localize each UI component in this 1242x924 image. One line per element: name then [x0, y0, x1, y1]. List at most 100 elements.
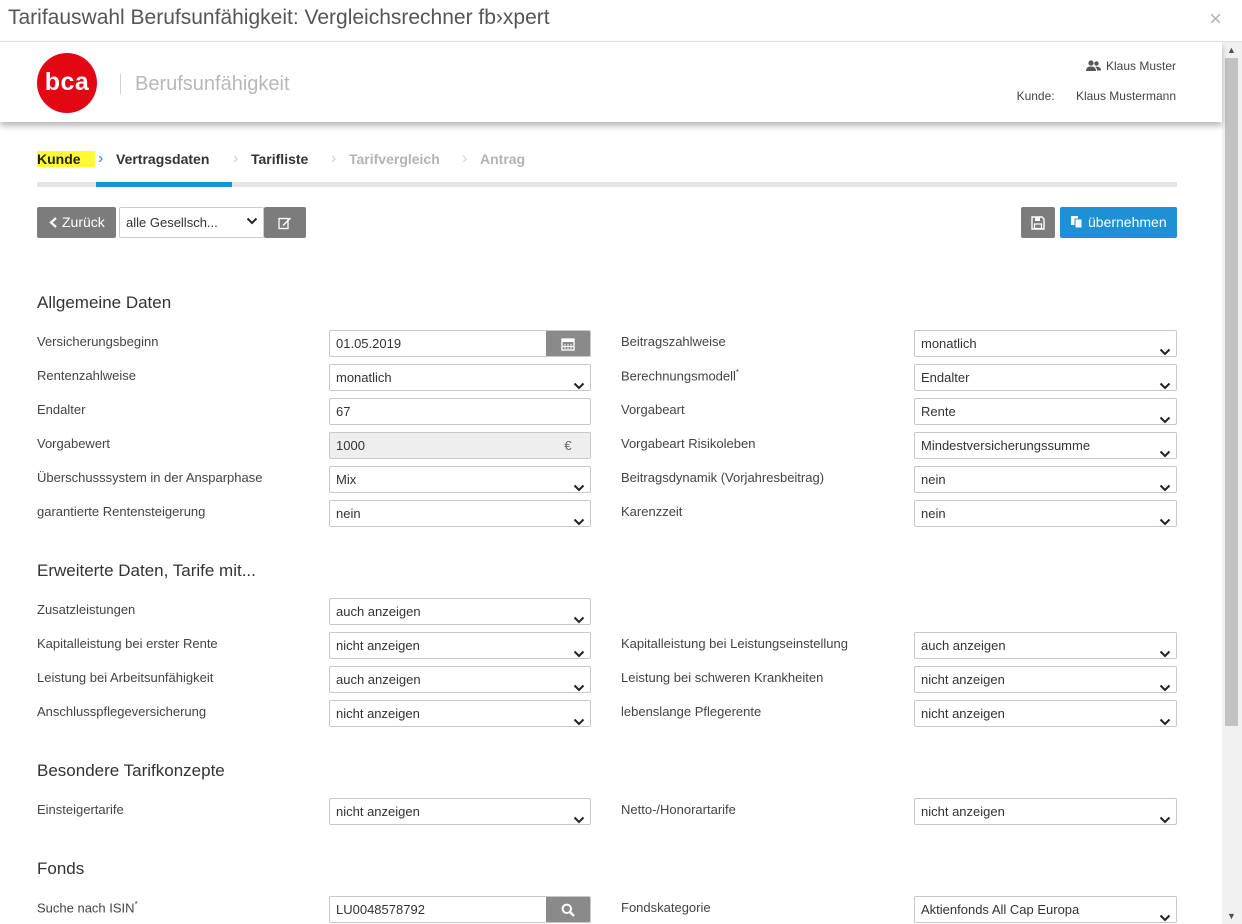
- endalter-input[interactable]: 67: [329, 398, 591, 425]
- chevron-right-icon: ›: [233, 150, 239, 167]
- label-kapital-leistungseinstellung: Kapitalleistung bei Leistungseinstellung: [621, 636, 848, 651]
- berechnungsmodell-value: Endalter: [921, 370, 970, 385]
- zusatzleistungen-select[interactable]: auch anzeigen: [329, 598, 591, 625]
- chevron-down-icon: [1159, 509, 1171, 526]
- back-button[interactable]: Zurück: [37, 207, 116, 238]
- app-header: bca Berufsunfähigkeit Klaus Muster Kunde…: [0, 42, 1222, 122]
- karenzzeit-value: nein: [921, 506, 946, 521]
- ueberschusssystem-select[interactable]: Mix: [329, 466, 591, 493]
- schwere-krankheiten-select[interactable]: nicht anzeigen: [914, 666, 1177, 693]
- versicherungsbeginn-value: 01.05.2019: [336, 336, 402, 351]
- save-button[interactable]: [1021, 207, 1055, 238]
- scrollbar-thumb[interactable]: [1225, 58, 1238, 726]
- section-besondere-tarifkonzepte: Besondere Tarifkonzepte: [37, 761, 225, 780]
- step-antrag: Antrag: [480, 151, 526, 167]
- close-icon[interactable]: ×: [1209, 6, 1222, 32]
- chevron-down-icon: [573, 641, 585, 658]
- rentenzahlweise-select[interactable]: monatlich: [329, 364, 591, 391]
- einsteigertarife-select[interactable]: nicht anzeigen: [329, 798, 591, 825]
- chevron-right-icon: ›: [98, 150, 104, 167]
- label-beitragsdynamik: Beitragsdynamik (Vorjahresbeitrag): [621, 470, 825, 485]
- app-title: Berufsunfähigkeit: [135, 73, 290, 95]
- company-filter-select[interactable]: alle Gesellsch...: [119, 207, 264, 238]
- chevron-down-icon: [1159, 373, 1171, 390]
- label-ueberschusssystem: Überschusssystem in der Ansparphase: [37, 470, 263, 485]
- label-netto-honorar: Netto-/Honorartarife: [621, 802, 736, 817]
- scroll-down-icon[interactable]: ▼: [1227, 911, 1236, 921]
- fondskategorie-select[interactable]: Aktienfonds All Cap Europa: [914, 896, 1177, 923]
- rentensteigerung-select[interactable]: nein: [329, 500, 591, 527]
- vorgabeart-risikoleben-value: Mindestversicherungssumme: [921, 438, 1091, 453]
- beitragsdynamik-select[interactable]: nein: [914, 466, 1177, 493]
- kapital-leistungseinstellung-select[interactable]: auch anzeigen: [914, 632, 1177, 659]
- vorgabewert-input[interactable]: 1000 €: [329, 432, 591, 459]
- step-tarifliste[interactable]: Tarifliste: [251, 151, 308, 167]
- netto-honorar-value: nicht anzeigen: [921, 804, 1005, 819]
- required-marker: *: [134, 900, 138, 909]
- arbeitsunfaehigkeit-value: auch anzeigen: [336, 672, 421, 687]
- label-einsteigertarife: Einsteigertarife: [37, 802, 124, 817]
- ueberschusssystem-value: Mix: [336, 472, 357, 487]
- apply-button[interactable]: übernehmen: [1060, 207, 1177, 238]
- vorgabeart-select[interactable]: Rente: [914, 398, 1177, 425]
- chevron-down-icon: [1159, 905, 1171, 922]
- users-icon: [1085, 60, 1101, 71]
- company-filter-value: alle Gesellsch...: [126, 215, 218, 230]
- lebenslange-pflegerente-select[interactable]: nicht anzeigen: [914, 700, 1177, 727]
- label-berechnungsmodell: Berechnungsmodell*: [621, 368, 739, 383]
- label-rentensteigerung: garantierte Rentensteigerung: [37, 504, 206, 519]
- customer-info: Kunde: Klaus Mustermann: [1017, 89, 1176, 103]
- anschlusspflege-value: nicht anzeigen: [336, 706, 420, 721]
- label-schwere-krankheiten: Leistung bei schweren Krankheiten: [621, 670, 824, 685]
- netto-honorar-select[interactable]: nicht anzeigen: [914, 798, 1177, 825]
- karenzzeit-select[interactable]: nein: [914, 500, 1177, 527]
- chevron-down-icon: [573, 807, 585, 824]
- label-rentenzahlweise: Rentenzahlweise: [37, 368, 137, 383]
- section-erweiterte-daten: Erweiterte Daten, Tarife mit...: [37, 561, 256, 580]
- arbeitsunfaehigkeit-select[interactable]: auch anzeigen: [329, 666, 591, 693]
- isin-search-input[interactable]: LU0048578792: [329, 896, 591, 923]
- einsteigertarife-value: nicht anzeigen: [336, 804, 420, 819]
- versicherungsbeginn-input[interactable]: 01.05.2019: [329, 330, 591, 357]
- label-vorgabewert: Vorgabewert: [37, 436, 110, 451]
- scrollbar[interactable]: ▲ ▼: [1222, 42, 1242, 924]
- edit-filter-button[interactable]: [264, 207, 306, 238]
- label-versicherungsbeginn: Versicherungsbeginn: [37, 334, 159, 349]
- chevron-down-icon: [573, 509, 585, 526]
- berechnungsmodell-select[interactable]: Endalter: [914, 364, 1177, 391]
- label-isin: Suche nach ISIN*: [37, 900, 138, 915]
- kapital-erste-rente-select[interactable]: nicht anzeigen: [329, 632, 591, 659]
- scroll-up-icon[interactable]: ▲: [1227, 45, 1236, 55]
- window-title: Tarifauswahl Berufsunfähigkeit: Vergleic…: [8, 6, 550, 29]
- zusatzleistungen-value: auch anzeigen: [336, 604, 421, 619]
- customer-label: Kunde:: [1016, 89, 1055, 103]
- isin-search-button[interactable]: [546, 897, 590, 922]
- beitragszahlweise-value: monatlich: [921, 336, 977, 351]
- vorgabeart-risikoleben-select[interactable]: Mindestversicherungssumme: [914, 432, 1177, 459]
- chevron-down-icon: [1159, 709, 1171, 726]
- edit-icon: [278, 217, 291, 229]
- save-icon: [1031, 215, 1045, 230]
- chevron-down-icon: [1159, 407, 1171, 424]
- isin-value: LU0048578792: [336, 902, 425, 917]
- chevron-down-icon: [1159, 339, 1171, 356]
- user-info[interactable]: Klaus Muster: [1085, 59, 1176, 73]
- vorgabewert-value: 1000: [336, 438, 365, 453]
- chevron-right-icon: ›: [331, 150, 337, 167]
- calendar-button[interactable]: [546, 331, 590, 356]
- apply-label: übernehmen: [1088, 214, 1167, 230]
- step-kunde[interactable]: Kunde: [37, 151, 95, 167]
- chevron-down-icon: [573, 607, 585, 624]
- rentenzahlweise-value: monatlich: [336, 370, 392, 385]
- chevron-down-icon: [1159, 675, 1171, 692]
- kapital-erste-rente-value: nicht anzeigen: [336, 638, 420, 653]
- required-marker: *: [735, 368, 740, 377]
- step-vertragsdaten[interactable]: Vertragsdaten: [116, 151, 209, 167]
- beitragszahlweise-select[interactable]: monatlich: [914, 330, 1177, 357]
- schwere-krankheiten-value: nicht anzeigen: [921, 672, 1005, 687]
- label-vorgabeart-risikoleben: Vorgabeart Risikoleben: [621, 436, 756, 451]
- anschlusspflege-select[interactable]: nicht anzeigen: [329, 700, 591, 727]
- label-beitragszahlweise: Beitragszahlweise: [621, 334, 726, 349]
- currency-addon: €: [546, 433, 590, 458]
- section-allgemeine-daten: Allgemeine Daten: [37, 293, 172, 312]
